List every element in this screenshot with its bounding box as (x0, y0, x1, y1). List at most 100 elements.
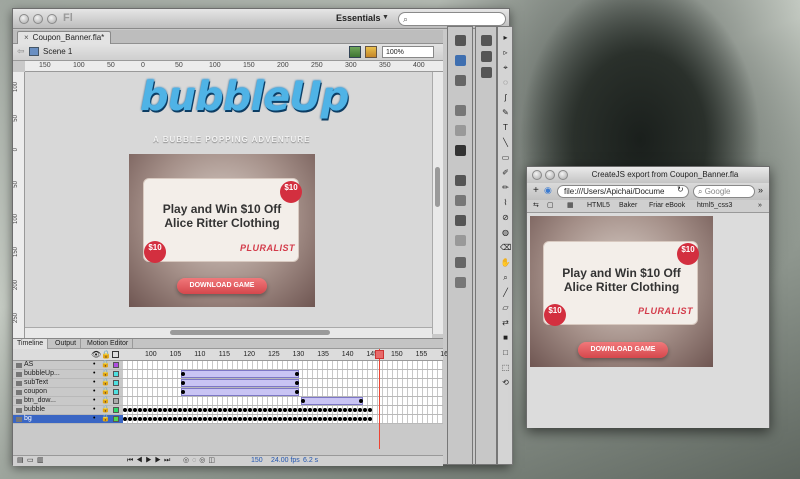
tween-span[interactable] (181, 370, 299, 378)
frame-cells[interactable] (123, 379, 443, 387)
keyframe[interactable] (218, 408, 222, 412)
tool-icon[interactable]: ✐ (500, 168, 511, 178)
layer-color-swatch[interactable] (113, 416, 119, 422)
keyframe[interactable] (181, 372, 185, 376)
tagline[interactable]: A BUBBLE POPPING ADVENTURE (153, 135, 310, 144)
panel-icon[interactable] (455, 125, 466, 136)
stage-vertical-scrollbar[interactable] (432, 72, 443, 334)
panel-icon[interactable] (481, 51, 492, 62)
keyframe[interactable] (338, 408, 342, 412)
keyframe[interactable] (223, 408, 227, 412)
keyframe[interactable] (181, 381, 185, 385)
layer-name[interactable]: btn_dow... (24, 397, 56, 405)
keyframe[interactable] (163, 408, 167, 412)
close-window-button[interactable] (19, 14, 29, 24)
chevron-down-icon[interactable]: ▼ (382, 14, 389, 21)
layer-name[interactable]: bubble (24, 406, 45, 414)
keyframe[interactable] (328, 417, 332, 421)
browser-search-input[interactable]: ⌕ Google (693, 185, 755, 198)
keyframe[interactable] (323, 408, 327, 412)
frame-cells[interactable] (123, 415, 443, 423)
layer-color-swatch[interactable] (113, 371, 119, 377)
keyframe[interactable] (213, 408, 217, 412)
keyframe[interactable] (368, 417, 372, 421)
outline-icon[interactable] (112, 351, 119, 358)
keyframe[interactable] (333, 408, 337, 412)
bookmark-friar-ebook[interactable]: Friar eBook (649, 200, 685, 212)
keyframe[interactable] (208, 417, 212, 421)
keyframe[interactable] (168, 408, 172, 412)
keyframe[interactable] (128, 417, 132, 421)
minimize-window-button[interactable] (33, 14, 43, 24)
panel-icon[interactable] (455, 257, 466, 268)
keyframe[interactable] (178, 417, 182, 421)
tool-icon[interactable]: ⟲ (500, 378, 511, 388)
edit-scene-icon[interactable] (349, 46, 361, 58)
keyframe[interactable] (258, 408, 262, 412)
book-icon[interactable]: ▢ (547, 200, 554, 212)
tool-icon[interactable]: ⇄ (500, 318, 511, 328)
bubbleup-logo[interactable]: bubbleUp (140, 74, 349, 120)
keyframe[interactable] (313, 408, 317, 412)
reload-icon[interactable]: ↻ (677, 185, 684, 194)
scene-label[interactable]: Scene 1 (43, 47, 72, 56)
tool-icon[interactable]: ▭ (500, 153, 511, 163)
frame-cells[interactable] (123, 370, 443, 378)
zoom-window-button[interactable] (558, 170, 568, 180)
lock-icon[interactable]: 🔒 (101, 415, 110, 423)
tool-icon[interactable]: ⌕ (500, 273, 511, 283)
document-tab[interactable]: × Coupon_Banner.fla* (17, 31, 112, 44)
tool-icon[interactable]: ʃ (500, 93, 511, 103)
keyframe[interactable] (318, 417, 322, 421)
keyframe[interactable] (278, 417, 282, 421)
keyframe[interactable] (263, 417, 267, 421)
panel-icon[interactable] (455, 35, 466, 46)
visibility-dot[interactable]: • (93, 370, 95, 378)
tween-span[interactable] (181, 379, 299, 387)
keyframe[interactable] (313, 417, 317, 421)
current-frame[interactable]: 150 (251, 456, 263, 466)
keyframe[interactable] (243, 408, 247, 412)
keyframe[interactable] (359, 399, 363, 403)
playhead-handle[interactable] (375, 350, 384, 359)
layer-color-swatch[interactable] (113, 380, 119, 386)
keyframe[interactable] (301, 399, 305, 403)
keyframe[interactable] (228, 408, 232, 412)
keyframe[interactable] (278, 408, 282, 412)
tool-icon[interactable]: ✏ (500, 183, 511, 193)
zoom-select[interactable]: 100% (382, 46, 434, 58)
keyframe[interactable] (198, 417, 202, 421)
keyframe[interactable] (363, 417, 367, 421)
keyframe[interactable] (263, 408, 267, 412)
keyframe[interactable] (328, 408, 332, 412)
new-layer-icon[interactable]: ▤ (17, 456, 24, 466)
keyframe[interactable] (293, 417, 297, 421)
frame-cells[interactable] (123, 397, 443, 405)
keyframe[interactable] (273, 408, 277, 412)
visibility-dot[interactable]: • (93, 415, 95, 423)
panel-icon[interactable] (455, 175, 466, 186)
keyframe[interactable] (273, 417, 277, 421)
layer-name[interactable]: coupon (24, 388, 47, 396)
lock-icon[interactable]: 🔒 (101, 350, 111, 359)
keyframe[interactable] (213, 417, 217, 421)
keyframe[interactable] (268, 408, 272, 412)
frame-cells[interactable] (123, 388, 443, 396)
playback-controls[interactable]: ⏮◀▶▶⏭ (127, 456, 173, 466)
keyframe[interactable] (143, 417, 147, 421)
keyframe[interactable] (293, 408, 297, 412)
banner-background[interactable]: Play and Win $10 Off Alice Ritter Clothi… (129, 154, 315, 307)
panel-icon[interactable] (455, 277, 466, 288)
tool-icon[interactable]: ◍ (500, 228, 511, 238)
keyframe[interactable] (253, 408, 257, 412)
keyframe[interactable] (318, 408, 322, 412)
bookmark-baker[interactable]: Baker (619, 200, 637, 212)
lock-icon[interactable]: 🔒 (101, 370, 110, 378)
keyframe[interactable] (228, 417, 232, 421)
tab-output[interactable]: Output (51, 339, 82, 349)
keyframe[interactable] (258, 417, 262, 421)
keyframe[interactable] (198, 408, 202, 412)
keyframe[interactable] (181, 390, 185, 394)
keyframe[interactable] (123, 417, 127, 421)
new-folder-icon[interactable]: ▭ (27, 456, 34, 466)
